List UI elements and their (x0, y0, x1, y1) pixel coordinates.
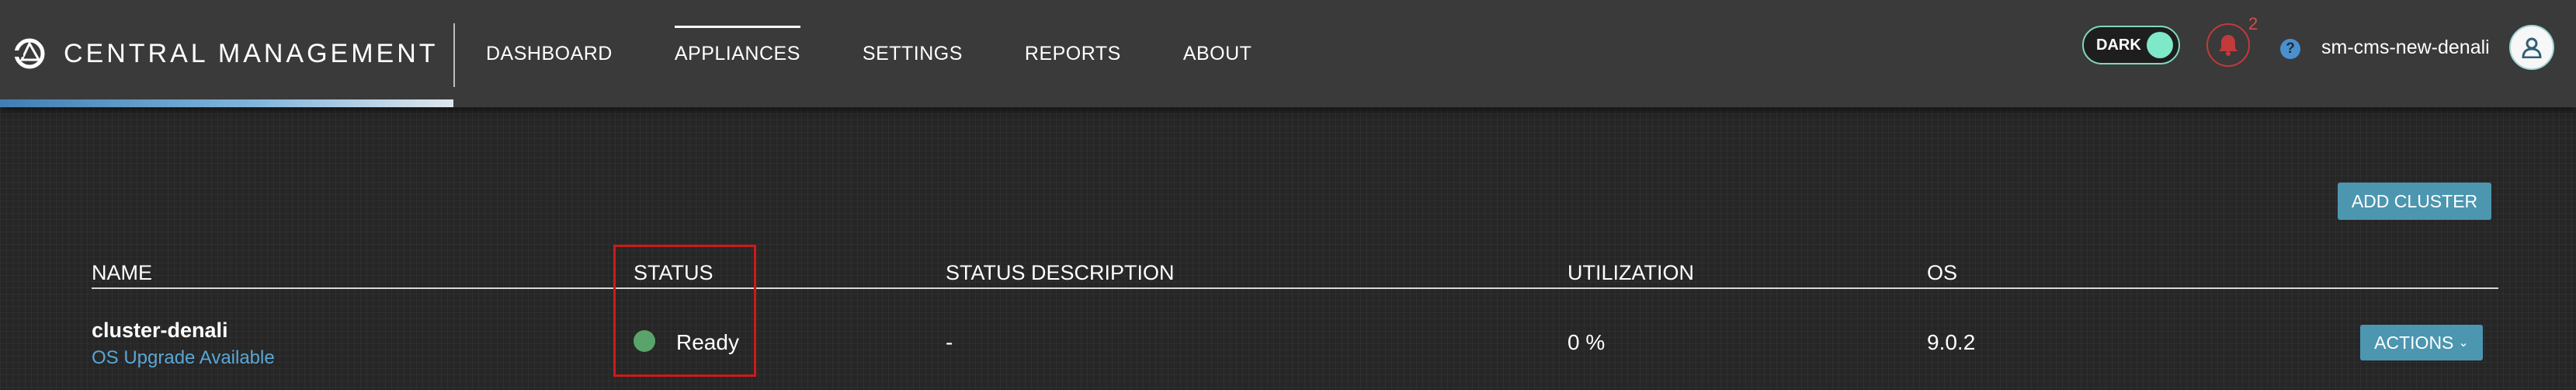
help-icon[interactable]: ? (2280, 39, 2300, 59)
brand-accent-bar (0, 99, 453, 107)
brand-divider (453, 23, 455, 87)
brand-title: CENTRAL MANAGEMENT (64, 38, 439, 68)
column-header-os[interactable]: OS (1927, 261, 1957, 285)
user-avatar[interactable] (2509, 25, 2554, 70)
column-header-status-description[interactable]: STATUS DESCRIPTION (946, 261, 1175, 285)
column-header-utilization[interactable]: UTILIZATION (1567, 261, 1694, 285)
os-upgrade-link[interactable]: OS Upgrade Available (92, 347, 275, 369)
chevron-down-icon: ⌄ (2458, 336, 2469, 350)
toggle-knob (2147, 32, 2173, 58)
actions-dropdown-button[interactable]: ACTIONS ⌄ (2360, 325, 2483, 360)
notifications-button[interactable] (2206, 23, 2250, 67)
brand[interactable]: CENTRAL MANAGEMENT (12, 34, 439, 73)
table-header-divider (92, 287, 2498, 289)
nav-dashboard[interactable]: DASHBOARD (486, 43, 613, 65)
main-content (0, 107, 2576, 390)
nav-appliances[interactable]: APPLIANCES (674, 25, 800, 65)
nav-settings[interactable]: SETTINGS (863, 43, 963, 65)
status-value: Ready (676, 330, 739, 354)
cluster-name-link[interactable]: cluster-denali (92, 319, 228, 343)
os-version-value: 9.0.2 (1927, 330, 1976, 354)
nav-reports[interactable]: REPORTS (1025, 43, 1121, 65)
actions-label: ACTIONS (2374, 332, 2454, 353)
column-header-name[interactable]: NAME (92, 261, 152, 285)
bell-icon (2219, 35, 2238, 56)
status-ready-icon (634, 330, 655, 352)
add-cluster-button[interactable]: ADD CLUSTER (2338, 183, 2491, 220)
notification-count-badge: 2 (2248, 14, 2258, 33)
dark-mode-toggle[interactable]: DARK (2082, 26, 2180, 64)
dark-mode-label: DARK (2096, 36, 2141, 54)
top-navigation-bar: CENTRAL MANAGEMENT DASHBOARD APPLIANCES … (0, 0, 2576, 107)
column-header-status[interactable]: STATUS (634, 261, 713, 285)
brand-logo-icon (12, 38, 45, 69)
username[interactable]: sm-cms-new-denali (2321, 37, 2490, 59)
nav-about[interactable]: ABOUT (1183, 43, 1252, 65)
main-nav: DASHBOARD APPLIANCES SETTINGS REPORTS AB… (486, 0, 1314, 107)
status-description-value: - (946, 330, 953, 354)
utilization-value: 0 % (1567, 330, 1606, 354)
user-icon (2522, 37, 2542, 58)
